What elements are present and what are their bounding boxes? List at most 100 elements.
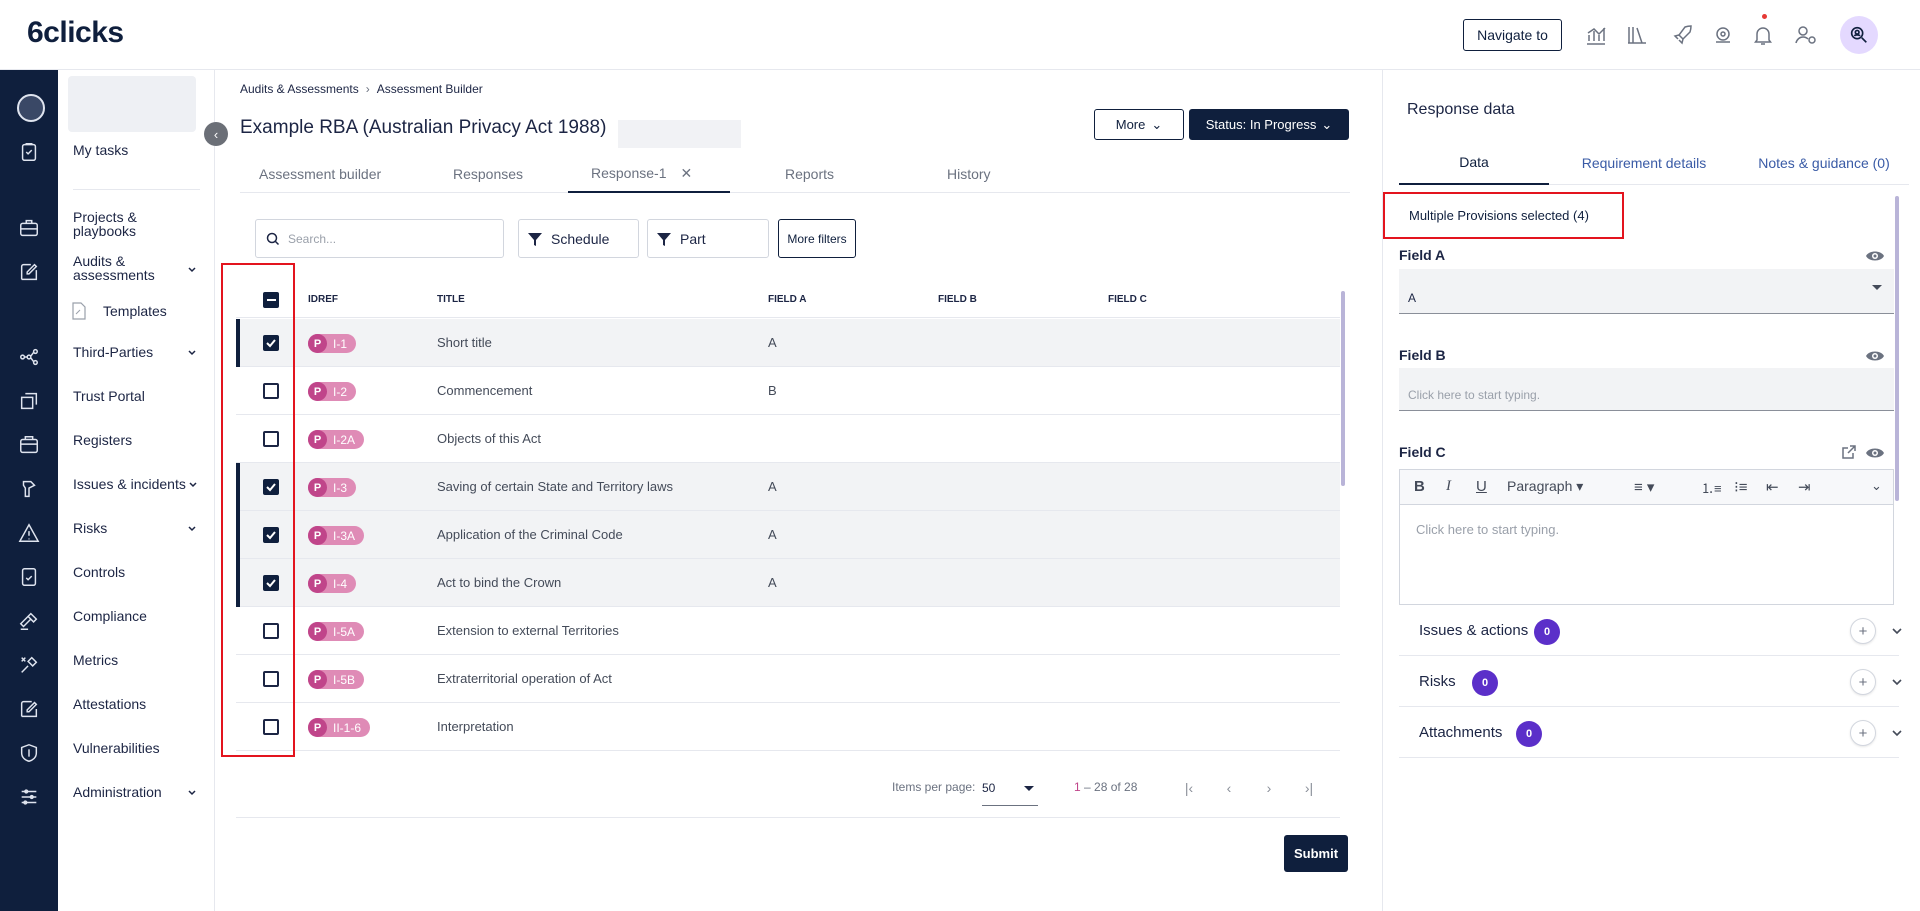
eye-icon[interactable] [1865, 349, 1885, 363]
ordered-list-icon[interactable]: ⒈≡ [1701, 478, 1722, 497]
prev-page-icon[interactable]: ‹ [1219, 778, 1239, 798]
status-button[interactable]: Status: In Progress ⌄ [1189, 109, 1349, 140]
chevron-down-icon[interactable]: ⌄ [1871, 478, 1882, 494]
add-icon[interactable]: + [1850, 618, 1876, 644]
eye-icon[interactable] [1865, 446, 1885, 460]
scrollbar-thumb[interactable] [1341, 291, 1345, 486]
sidebar-item-vulnerabilities[interactable]: Vulnerabilities [73, 741, 160, 755]
metrics-icon[interactable] [15, 651, 43, 679]
sidebar-item-controls[interactable]: Controls [73, 565, 125, 579]
tab-requirement-details[interactable]: Requirement details [1559, 140, 1729, 185]
table-row[interactable]: P I-3 Saving of certain State and Territor… [236, 463, 1340, 511]
table-row[interactable]: P I-3A Application of the Criminal Code A [236, 511, 1340, 559]
sidebar-item-projects[interactable]: Projects & playbooks [73, 210, 173, 238]
sidebar-item-templates[interactable]: Templates [103, 304, 167, 318]
navigate-to-button[interactable]: Navigate to [1463, 19, 1562, 51]
projects-icon[interactable] [15, 214, 43, 242]
audits-icon[interactable] [15, 258, 43, 286]
table-row[interactable]: P I-1 Short title A [236, 319, 1340, 367]
table-row[interactable]: P I-5B Extraterritorial operation of Act [236, 655, 1340, 703]
chevron-down-icon[interactable] [1891, 727, 1903, 739]
part-filter[interactable]: Part [647, 219, 769, 258]
panel-scrollbar[interactable] [1893, 188, 1901, 598]
sidebar-item-attestations[interactable]: Attestations [73, 697, 146, 711]
more-filters-button[interactable]: More filters [778, 219, 856, 258]
accordion-attachments[interactable]: Attachments 0 + [1399, 707, 1902, 758]
issues-icon[interactable] [15, 475, 43, 503]
table-row[interactable]: P I-5A Extension to external Territories [236, 607, 1340, 655]
sidebar-item-audits[interactable]: Audits & assessments [73, 254, 173, 282]
bold-icon[interactable]: B [1414, 478, 1425, 495]
table-row[interactable]: P II-1-6 Interpretation [236, 703, 1340, 751]
header-idref[interactable]: IDREF [308, 294, 338, 305]
add-icon[interactable]: + [1850, 669, 1876, 695]
chevron-down-icon[interactable] [186, 523, 198, 535]
sidebar-item-registers[interactable]: Registers [73, 433, 132, 447]
first-page-icon[interactable]: |‹ [1179, 778, 1199, 798]
close-icon[interactable]: ✕ [681, 165, 693, 182]
search-input[interactable]: Search... [255, 219, 504, 258]
open-external-icon[interactable] [1841, 444, 1857, 460]
tab-responses[interactable]: Responses [453, 155, 523, 193]
library-icon[interactable] [1624, 22, 1650, 48]
sidebar-item-metrics[interactable]: Metrics [73, 653, 118, 667]
collapse-sidebar-button[interactable]: ‹ [204, 122, 228, 146]
items-per-page-select[interactable]: 50 [982, 772, 1038, 806]
sidebar-item-my-tasks[interactable]: My tasks [73, 143, 128, 157]
next-page-icon[interactable]: › [1259, 778, 1279, 798]
user-settings-icon[interactable] [1793, 22, 1819, 48]
sidebar-item-administration[interactable]: Administration [73, 785, 162, 799]
schedule-filter[interactable]: Schedule [518, 219, 639, 258]
user-avatar[interactable] [1840, 16, 1878, 54]
sidebar-item-issues[interactable]: Issues & incidents [73, 477, 186, 491]
chevron-down-icon[interactable] [1891, 625, 1903, 637]
submit-button[interactable]: Submit [1284, 835, 1348, 872]
analytics-icon[interactable] [1583, 22, 1609, 48]
compliance-icon[interactable] [15, 607, 43, 635]
header-title[interactable]: TITLE [437, 294, 465, 305]
risks-icon[interactable] [15, 519, 43, 547]
table-scrollbar[interactable] [1340, 287, 1346, 817]
tasks-icon[interactable] [15, 138, 43, 166]
trust-portal-icon[interactable] [15, 387, 43, 415]
italic-icon[interactable]: I [1446, 478, 1451, 495]
table-row[interactable]: P I-2 Commencement B [236, 367, 1340, 415]
scrollbar-thumb[interactable] [1895, 196, 1899, 501]
tab-notes-guidance[interactable]: Notes & guidance (0) [1739, 140, 1909, 185]
field-a-select[interactable]: A [1399, 269, 1894, 314]
vulnerabilities-icon[interactable] [15, 739, 43, 767]
add-icon[interactable]: + [1850, 720, 1876, 746]
breadcrumb-parent[interactable]: Audits & Assessments [240, 82, 359, 96]
bell-icon[interactable] [1750, 22, 1776, 48]
bullet-list-icon[interactable]: ⁝≡ [1734, 478, 1748, 496]
chevron-down-icon[interactable] [187, 479, 199, 491]
header-field-b[interactable]: FIELD B [938, 294, 977, 305]
tab-response-1[interactable]: Response-1 ✕ [568, 155, 730, 193]
accordion-issues-actions[interactable]: Issues & actions 0 + [1399, 605, 1902, 656]
eye-icon[interactable] [1865, 249, 1885, 263]
accordion-risks[interactable]: Risks 0 + [1399, 656, 1902, 707]
rocket-icon[interactable] [1670, 22, 1696, 48]
field-b-input[interactable]: Click here to start typing. [1399, 368, 1894, 411]
tab-data[interactable]: Data [1399, 140, 1549, 185]
profile-icon[interactable] [17, 94, 45, 122]
chevron-down-icon[interactable] [1891, 676, 1903, 688]
administration-icon[interactable] [15, 783, 43, 811]
more-button[interactable]: More ⌄ [1094, 109, 1184, 140]
sidebar-item-compliance[interactable]: Compliance [73, 609, 147, 623]
chevron-down-icon[interactable] [186, 264, 198, 276]
controls-icon[interactable] [15, 563, 43, 591]
third-parties-icon[interactable] [15, 343, 43, 371]
sidebar-item-third-parties[interactable]: Third-Parties [73, 345, 153, 359]
table-row[interactable]: P I-4 Act to bind the Crown A [236, 559, 1340, 607]
align-icon[interactable]: ≡ ▾ [1634, 478, 1654, 496]
chevron-down-icon[interactable] [186, 787, 198, 799]
header-field-c[interactable]: FIELD C [1108, 294, 1147, 305]
table-row[interactable]: P I-2A Objects of this Act [236, 415, 1340, 463]
sidebar-item-trust-portal[interactable]: Trust Portal [73, 389, 145, 403]
registers-icon[interactable] [15, 431, 43, 459]
tab-assessment-builder[interactable]: Assessment builder [259, 155, 381, 193]
underline-icon[interactable]: U [1476, 478, 1487, 495]
header-field-a[interactable]: FIELD A [768, 294, 807, 305]
tab-reports[interactable]: Reports [785, 155, 834, 193]
